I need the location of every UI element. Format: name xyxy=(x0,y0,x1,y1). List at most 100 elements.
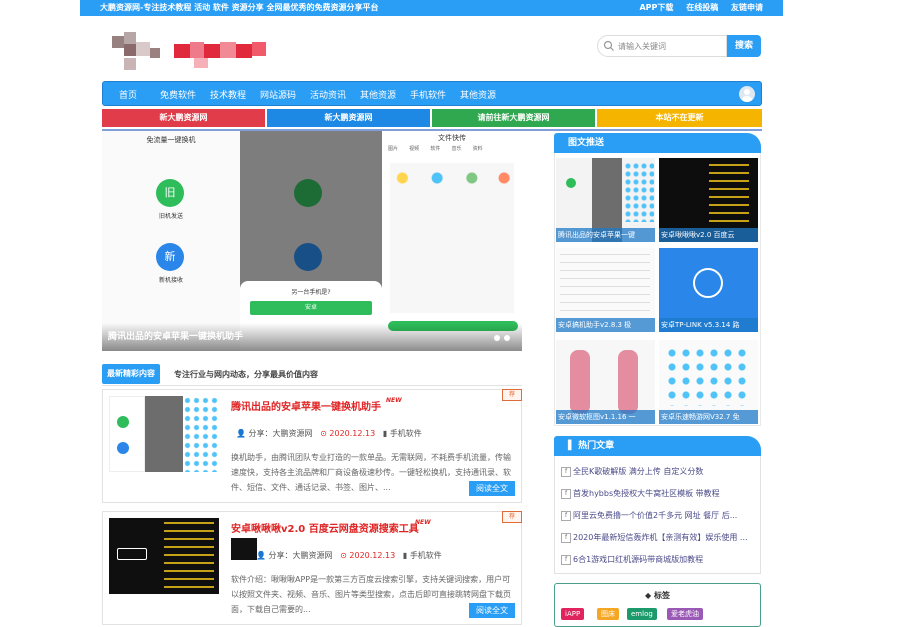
nav-item-events[interactable]: 活动资讯 xyxy=(310,88,346,101)
image-post-caption: 安卓搞机助手v2.8.3 极 xyxy=(556,318,655,332)
nav-item-mobile[interactable]: 手机软件 xyxy=(410,88,446,101)
article-author[interactable]: 分享：大鹏资源网 xyxy=(269,551,333,560)
search-box[interactable]: 请输入关键词 xyxy=(597,35,727,57)
article-title[interactable]: 安卓啾啾啾v2.0 百度云网盘资源搜索工具 xyxy=(231,520,419,535)
article-card: 腾讯出品的安卓苹果一键换机助手 NEW 荐 👤 分享：大鹏资源网 ⊙ 2020.… xyxy=(102,389,522,503)
tag-item[interactable]: emlog xyxy=(627,608,657,620)
image-post-2[interactable]: 安卓啾啾啾v2.0 百度云 xyxy=(659,158,758,242)
banner-link-2[interactable]: 新大鹏资源网 xyxy=(267,109,430,127)
hot-articles-panel: f 全民K歌破解版 满分上传 自定义分数 f 首发hybbs免授权大牛窝社区模板 带… xyxy=(554,456,761,574)
article-thumbnail[interactable] xyxy=(109,518,219,594)
app-download-link[interactable]: APP下载 xyxy=(639,3,673,12)
image-post-4[interactable]: 安卓TP-LINK v5.3.14 路 xyxy=(659,248,758,332)
article-meta: 👤 分享：大鹏资源网 ⊙ 2020.12.13 ▮ 手机软件 xyxy=(236,428,422,439)
clock-icon: ⊙ xyxy=(320,429,327,438)
nav-item-other[interactable]: 其他资源 xyxy=(360,88,396,101)
old-phone-icon: 旧 xyxy=(156,179,184,207)
hot-article-item[interactable]: f 全民K歌破解版 满分上传 自定义分数 xyxy=(561,466,703,477)
image-post-5[interactable]: 安卓微软抠图v1.1.16 一 xyxy=(556,340,655,424)
article-thumbnail[interactable] xyxy=(109,396,219,472)
search-icon xyxy=(603,40,614,51)
read-more-button[interactable]: 阅读全文 xyxy=(469,481,515,496)
fire-icon: ▌ xyxy=(568,441,575,451)
image-icon: f xyxy=(561,510,571,521)
read-more-button[interactable]: 阅读全文 xyxy=(469,603,515,618)
tag-item[interactable]: 图床 xyxy=(597,608,619,620)
top-links: APP下载 在线投稿 友链申请 xyxy=(629,2,763,13)
image-post-caption: 安卓微软抠图v1.1.16 一 xyxy=(556,410,655,424)
phone3-title: 文件快传 xyxy=(438,134,466,142)
article-title[interactable]: 腾讯出品的安卓苹果一键换机助手 xyxy=(231,398,381,413)
banner-link-3[interactable]: 请前往新大鹏资源网 xyxy=(432,109,595,127)
search-input[interactable]: 请输入关键词 xyxy=(618,41,666,52)
banner-link-4[interactable]: 本站不在更新 xyxy=(597,109,762,127)
tags-header: ◆ 标签 xyxy=(555,590,760,601)
slider-dot-2[interactable] xyxy=(504,335,510,341)
featured-slider[interactable]: 免流量一键换机 旧 旧机发送 新 新机接收 另一台手机是? 安卓 文件快传 图片… xyxy=(102,131,522,351)
article-date: 2020.12.13 xyxy=(329,429,376,438)
main-nav: 首页 免费软件 技术教程 网站源码 活动资讯 其他资源 手机软件 其他资源 xyxy=(102,81,762,106)
article-category[interactable]: 手机软件 xyxy=(390,429,422,438)
new-phone-icon: 新 xyxy=(156,243,184,271)
banner-link-1[interactable]: 新大鹏资源网 xyxy=(102,109,265,127)
folder-icon: ▮ xyxy=(402,551,408,560)
tags-title: 标签 xyxy=(653,591,670,600)
folder-icon: ▮ xyxy=(382,429,388,438)
image-icon: f xyxy=(561,554,571,565)
article-author[interactable]: 分享：大鹏资源网 xyxy=(249,429,313,438)
image-post-caption: 腾讯出品的安卓苹果一键 xyxy=(556,228,655,242)
new-badge: NEW xyxy=(415,519,431,526)
hot-article-item[interactable]: f 2020年最新短信轰炸机【亲测有效】娱乐使用 ... xyxy=(561,532,748,543)
hot-article-title: 6合1游戏口红机源码带商城版加教程 xyxy=(573,555,704,564)
nav-item-other-2[interactable]: 其他资源 xyxy=(460,88,496,101)
slide-phone-2: 另一台手机是? 安卓 xyxy=(240,131,382,351)
top-bar: 大鹏资源网-专注技术教程 活动 软件 资源分享 全网最优秀的免费资源分享平台 A… xyxy=(80,0,783,16)
image-icon: f xyxy=(561,532,571,543)
slide-phone-3: 文件快传 图片 视频 软件 音乐 资料 xyxy=(382,131,522,351)
image-post-3[interactable]: 安卓搞机助手v2.8.3 极 xyxy=(556,248,655,332)
recommend-badge: 荐 xyxy=(502,389,522,401)
article-card: 安卓啾啾啾v2.0 百度云网盘资源搜索工具 NEW 荐 👤 分享：大鹏资源网 ⊙… xyxy=(102,511,522,625)
tab-images: 图片 xyxy=(388,146,399,152)
submit-link[interactable]: 在线投稿 xyxy=(686,3,718,12)
hot-article-item[interactable]: f 6合1游戏口红机源码带商城版加教程 xyxy=(561,554,703,565)
latest-subtitle: 专注行业与网内动态，分享最具价值内容 xyxy=(174,370,318,379)
nav-item-source[interactable]: 网站源码 xyxy=(260,88,296,101)
latest-tag[interactable]: 最新精彩内容 xyxy=(102,364,160,384)
hot-article-item[interactable]: f 首发hybbs免授权大牛窝社区模板 带教程 xyxy=(561,488,720,499)
article-meta: 👤 分享：大鹏资源网 ⊙ 2020.12.13 ▮ 手机软件 xyxy=(256,550,442,561)
site-slogan: 大鹏资源网-专注技术教程 活动 软件 资源分享 全网最优秀的免费资源分享平台 xyxy=(100,3,379,12)
nav-item-tutorials[interactable]: 技术教程 xyxy=(210,88,246,101)
phone1-title: 免流量一键换机 xyxy=(146,136,196,144)
image-icon: f xyxy=(561,466,571,477)
app-grid-icon xyxy=(390,163,514,313)
new-badge: NEW xyxy=(386,397,402,404)
site-logo[interactable] xyxy=(112,32,272,76)
latest-section-header: 最新精彩内容 专注行业与网内动态，分享最具价值内容 xyxy=(102,364,522,386)
tab-music: 音乐 xyxy=(451,146,462,152)
user-avatar-icon[interactable] xyxy=(739,86,755,102)
slider-caption[interactable]: 腾讯出品的安卓苹果一键换机助手 xyxy=(108,329,243,342)
article-category[interactable]: 手机软件 xyxy=(410,551,442,560)
tab-videos: 视频 xyxy=(409,146,420,152)
hot-article-title: 首发hybbs免授权大牛窝社区模板 带教程 xyxy=(573,489,720,498)
tab-software: 软件 xyxy=(430,146,441,152)
image-post-1[interactable]: 腾讯出品的安卓苹果一键 xyxy=(556,158,655,242)
tag-icon: ◆ xyxy=(645,591,652,600)
image-post-caption: 安卓啾啾啾v2.0 百度云 xyxy=(659,228,758,242)
tag-item[interactable]: iAPP xyxy=(561,608,585,620)
nav-item-home[interactable]: 首页 xyxy=(119,88,137,101)
phone1-receive: 新机接收 xyxy=(158,277,183,284)
slider-dot-1[interactable] xyxy=(494,335,500,341)
search-button[interactable]: 搜索 xyxy=(727,35,761,57)
hot-article-title: 全民K歌破解版 满分上传 自定义分数 xyxy=(573,467,704,476)
tag-item[interactable]: 爱老虎油 xyxy=(667,608,703,620)
friend-link[interactable]: 友链申请 xyxy=(731,3,763,12)
hot-article-item[interactable]: f 阿里云免费撸一个价值2千多元 网址 餐厅 后... xyxy=(561,510,737,521)
image-icon: f xyxy=(561,488,571,499)
hot-article-title: 阿里云免费撸一个价值2千多元 网址 餐厅 后... xyxy=(573,511,738,520)
hot-article-title: 2020年最新短信轰炸机【亲测有效】娱乐使用 ... xyxy=(573,533,748,542)
hot-articles-header: ▌ 热门文章 xyxy=(554,436,761,456)
image-post-6[interactable]: 安卓乐速畅游网V32.7 免 xyxy=(659,340,758,424)
nav-item-free-software[interactable]: 免费软件 xyxy=(160,88,196,101)
